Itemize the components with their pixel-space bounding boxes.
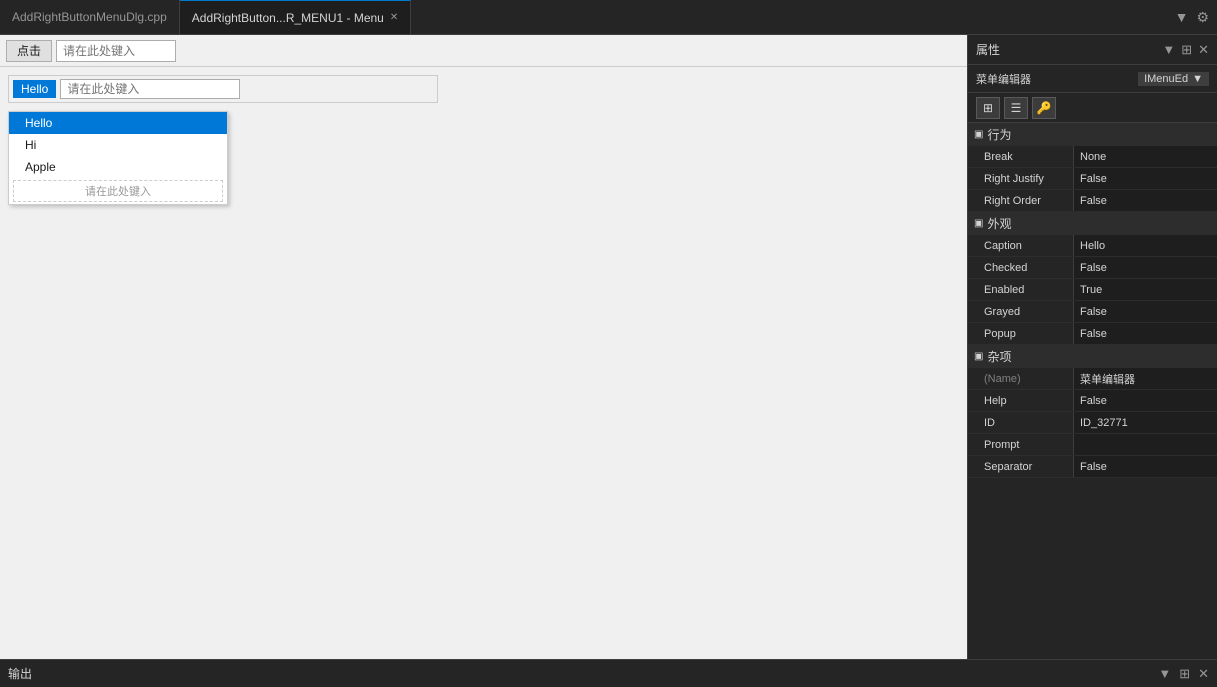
props-header-icons: ▼ ⊞ ✕ [1162, 42, 1209, 58]
prop-right-order: Right Order False [968, 190, 1217, 212]
prop-separator: Separator False [968, 456, 1217, 478]
collapse-icon-appearance: ▣ [974, 218, 983, 229]
prop-group-misc[interactable]: ▣ 杂项 [968, 345, 1217, 368]
props-icon-key[interactable]: 🔑 [1032, 97, 1056, 119]
output-icons: ▼ ⊞ ✕ [1158, 666, 1209, 682]
output-panel: 输出 ▼ ⊞ ✕ [0, 659, 1217, 687]
props-pin-icon[interactable]: ⊞ [1181, 42, 1192, 58]
prop-group-appearance[interactable]: ▣ 外观 [968, 212, 1217, 235]
prop-id: ID ID_32771 [968, 412, 1217, 434]
menu-bar-input[interactable] [60, 79, 240, 99]
editor-area: 点击 Hello Hello Hi Apple 请在此处键入 [0, 35, 967, 659]
output-dropdown-icon[interactable]: ▼ [1158, 666, 1171, 681]
prop-enabled: Enabled True [968, 279, 1217, 301]
editor-toolbar: 点击 [0, 35, 967, 67]
tab-cpp-label: AddRightButtonMenuDlg.cpp [12, 10, 167, 24]
tab-actions: ▼ ⚙ [1175, 9, 1217, 26]
tab-menu-close-icon[interactable]: ✕ [390, 12, 398, 23]
toolbar-input[interactable] [56, 40, 176, 62]
menu-bar: Hello [8, 75, 438, 103]
prop-popup: Popup False [968, 323, 1217, 345]
menu-canvas: Hello Hello Hi Apple 请在此处键入 [0, 67, 967, 659]
output-label: 输出 [8, 665, 32, 682]
prop-group-behavior[interactable]: ▣ 行为 [968, 123, 1217, 146]
menu-bar-hello[interactable]: Hello [13, 80, 56, 98]
dropdown-menu: Hello Hi Apple 请在此处键入 [8, 111, 228, 205]
tab-menu[interactable]: AddRightButton...R_MENU1 - Menu ✕ [180, 0, 411, 34]
props-header: 属性 ▼ ⊞ ✕ [968, 35, 1217, 65]
props-title: 属性 [976, 41, 1000, 58]
main-area: 点击 Hello Hello Hi Apple 请在此处键入 [0, 35, 1217, 659]
collapse-icon-behavior: ▣ [974, 129, 983, 140]
prop-caption: Caption Hello [968, 235, 1217, 257]
click-button[interactable]: 点击 [6, 40, 52, 62]
dropdown-item-apple[interactable]: Apple [9, 156, 227, 178]
props-close-icon[interactable]: ✕ [1198, 42, 1209, 58]
props-content: ▣ 行为 Break None Right Justify False Righ… [968, 123, 1217, 659]
prop-prompt: Prompt [968, 434, 1217, 456]
props-icon-grid[interactable]: ⊞ [976, 97, 1000, 119]
props-icon-list[interactable]: ☰ [1004, 97, 1028, 119]
tab-gear-icon[interactable]: ⚙ [1196, 9, 1209, 26]
collapse-icon-misc: ▣ [974, 351, 983, 362]
dropdown-item-hello[interactable]: Hello [9, 112, 227, 134]
prop-grayed: Grayed False [968, 301, 1217, 323]
output-pin-icon[interactable]: ⊞ [1179, 666, 1190, 682]
dropdown-item-hi[interactable]: Hi [9, 134, 227, 156]
output-close-icon[interactable]: ✕ [1198, 666, 1209, 682]
props-selector-arrow: ▼ [1192, 73, 1203, 85]
props-icon-row: ⊞ ☰ 🔑 [968, 93, 1217, 123]
prop-help: Help False [968, 390, 1217, 412]
props-down-arrow-icon[interactable]: ▼ [1162, 42, 1175, 57]
tab-dropdown-icon[interactable]: ▼ [1175, 9, 1189, 25]
props-selector-label: 菜单编辑器 [976, 71, 1132, 87]
prop-break: Break None [968, 146, 1217, 168]
dropdown-placeholder[interactable]: 请在此处键入 [13, 180, 223, 202]
tab-cpp[interactable]: AddRightButtonMenuDlg.cpp [0, 0, 180, 34]
tab-menu-label: AddRightButton...R_MENU1 - Menu [192, 11, 384, 25]
prop-checked: Checked False [968, 257, 1217, 279]
props-selector-row: 菜单编辑器 IMenuEd ▼ [968, 65, 1217, 93]
tab-bar: AddRightButtonMenuDlg.cpp AddRightButton… [0, 0, 1217, 35]
properties-panel: 属性 ▼ ⊞ ✕ 菜单编辑器 IMenuEd ▼ ⊞ ☰ 🔑 ▣ [967, 35, 1217, 659]
props-selector-value[interactable]: IMenuEd ▼ [1138, 72, 1209, 86]
prop-name: (Name) 菜单编辑器 [968, 368, 1217, 390]
prop-right-justify: Right Justify False [968, 168, 1217, 190]
